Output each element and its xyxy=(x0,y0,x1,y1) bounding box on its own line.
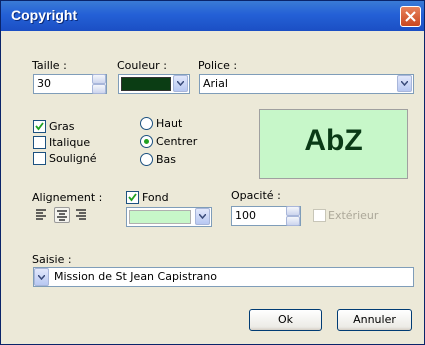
align-left-icon xyxy=(36,209,46,220)
alignment-label: Alignement : xyxy=(32,191,103,204)
color-swatch xyxy=(121,77,171,91)
bottom-radio[interactable] xyxy=(140,153,153,166)
chevron-down-icon xyxy=(177,81,184,86)
center-label: Centrer xyxy=(156,135,198,148)
input-label: Saisie : xyxy=(32,253,72,266)
color-label: Couleur : xyxy=(117,59,167,72)
bold-checkbox[interactable] xyxy=(33,120,46,133)
dialog-body: Taille : 30 Couleur : Police : Arial Gra… xyxy=(4,31,421,343)
window-title: Copyright xyxy=(11,7,78,23)
italic-label: Italique xyxy=(49,136,91,149)
color-dropdown-button[interactable] xyxy=(173,75,188,92)
opacity-value: 100 xyxy=(235,209,256,222)
align-left-button[interactable] xyxy=(34,207,50,223)
top-radio[interactable] xyxy=(140,117,153,130)
close-icon xyxy=(405,11,416,22)
ok-button[interactable]: Ok xyxy=(249,309,322,331)
radio-selected-dot xyxy=(144,139,149,144)
opacity-up-arrow-icon[interactable] xyxy=(286,206,300,216)
underline-label: Souligné xyxy=(49,152,97,165)
checkmark-icon xyxy=(128,193,137,202)
size-value: 30 xyxy=(37,77,51,90)
align-center-button[interactable] xyxy=(54,207,70,223)
cancel-button[interactable]: Annuler xyxy=(337,309,412,331)
size-up-arrow-icon[interactable] xyxy=(92,74,106,84)
chevron-down-icon xyxy=(38,275,45,280)
title-bar[interactable]: Copyright xyxy=(1,1,424,31)
background-label: Fond xyxy=(142,191,169,204)
font-select[interactable]: Arial xyxy=(199,74,414,94)
chevron-down-icon xyxy=(199,214,206,219)
top-label: Haut xyxy=(156,117,183,130)
center-radio[interactable] xyxy=(140,135,153,148)
text-preview: AbZ xyxy=(259,109,408,179)
history-dropdown-button[interactable] xyxy=(34,268,49,286)
background-checkbox[interactable] xyxy=(126,191,139,204)
outside-checkbox[interactable] xyxy=(313,209,326,222)
italic-checkbox[interactable] xyxy=(33,136,46,149)
font-dropdown-button[interactable] xyxy=(397,75,412,92)
bold-label: Gras xyxy=(49,120,75,133)
size-down-arrow-icon[interactable] xyxy=(92,84,106,94)
bottom-label: Bas xyxy=(156,153,177,166)
opacity-down-arrow-icon[interactable] xyxy=(286,216,300,226)
close-button[interactable] xyxy=(400,6,421,27)
opacity-spinner[interactable] xyxy=(286,206,300,226)
background-color-swatch xyxy=(129,210,191,224)
outside-label: Extérieur xyxy=(328,209,379,222)
opacity-label: Opacité : xyxy=(231,189,281,202)
preview-text: AbZ xyxy=(304,124,363,157)
size-spinner[interactable] xyxy=(92,74,106,94)
text-input[interactable]: Mission de St Jean Capistrano xyxy=(33,267,414,287)
underline-checkbox[interactable] xyxy=(33,152,46,165)
chevron-down-icon xyxy=(401,81,408,86)
align-center-icon xyxy=(57,210,67,221)
font-value: Arial xyxy=(203,77,228,90)
checkmark-icon xyxy=(35,122,44,131)
size-label: Taille : xyxy=(32,59,67,72)
background-dropdown-button[interactable] xyxy=(195,208,210,225)
copyright-dialog: Copyright Taille : 30 Couleur : Police : xyxy=(0,0,425,345)
text-input-value: Mission de St Jean Capistrano xyxy=(54,270,217,283)
align-right-icon xyxy=(76,209,86,220)
font-label: Police : xyxy=(198,59,238,72)
align-right-button[interactable] xyxy=(74,207,90,223)
